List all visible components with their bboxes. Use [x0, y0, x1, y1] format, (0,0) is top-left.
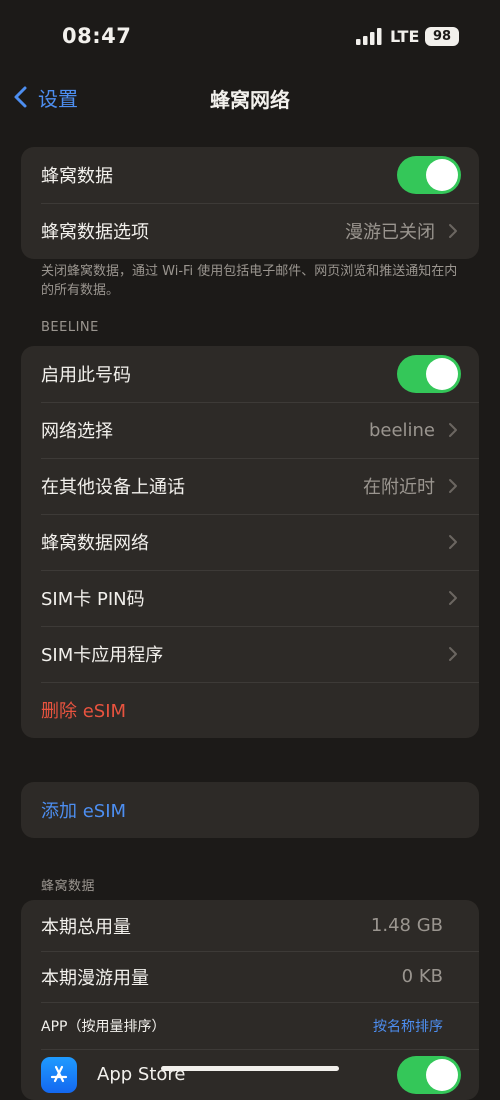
battery-icon: 98 [425, 27, 459, 46]
chevron-right-icon [449, 423, 457, 437]
cellular-data-toggle[interactable] [397, 156, 461, 194]
network-selection-value: beeline [368, 419, 435, 441]
current-roaming-value: 0 KB [401, 966, 443, 987]
chevron-right-icon [449, 479, 457, 493]
current-period-row: 本期总用量 1.48 GB [21, 900, 479, 951]
delete-esim-button[interactable]: 删除 eSIM [21, 682, 479, 738]
current-roaming-row: 本期漫游用量 0 KB [21, 951, 479, 1002]
page-title: 蜂窝网络 [210, 88, 290, 112]
home-indicator [161, 1066, 339, 1071]
signal-icon [356, 28, 382, 45]
current-period-label: 本期总用量 [41, 916, 131, 938]
cellular-data-label: 蜂窝数据 [41, 166, 113, 187]
beeline-group: 启用此号码 网络选择 beeline 在其他设备上通话 在附近时 蜂窝数据网络 … [21, 346, 479, 738]
network-selection-row[interactable]: 网络选择 beeline [21, 402, 479, 458]
enable-line-row: 启用此号码 [21, 346, 479, 402]
usage-section-header: 蜂窝数据 [41, 879, 96, 894]
cellular-data-network-label: 蜂窝数据网络 [41, 533, 149, 554]
current-roaming-label: 本期漫游用量 [41, 967, 149, 989]
chevron-right-icon [449, 224, 457, 238]
toggle-knob [426, 358, 458, 390]
app-store-glyph-icon [50, 1065, 68, 1082]
app-store-toggle[interactable] [397, 1055, 461, 1094]
toggle-knob [426, 159, 458, 191]
chevron-right-icon [449, 591, 457, 605]
apps-header-row: APP（按用量排序） 按名称排序 [21, 1002, 479, 1049]
enable-line-label: 启用此号码 [41, 365, 131, 386]
cellular-data-options-label: 蜂窝数据选项 [41, 222, 149, 243]
sim-pin-label: SIM卡 PIN码 [41, 589, 145, 610]
enable-line-toggle[interactable] [397, 355, 461, 393]
calls-other-devices-row[interactable]: 在其他设备上通话 在附近时 [21, 458, 479, 514]
add-esim-label: 添加 eSIM [41, 801, 127, 822]
beeline-section-header: BEELINE [41, 320, 99, 335]
calls-other-devices-label: 在其他设备上通话 [41, 477, 185, 498]
sim-apps-label: SIM卡应用程序 [41, 645, 164, 666]
apps-header-label: APP（按用量排序） [41, 1018, 166, 1035]
network-selection-label: 网络选择 [41, 421, 113, 442]
network-type: LTE [390, 27, 420, 46]
cellular-data-options-value: 漫游已关闭 [345, 222, 435, 243]
current-period-value: 1.48 GB [370, 915, 443, 936]
add-esim-button[interactable]: 添加 eSIM [21, 782, 479, 838]
sort-by-name-link[interactable]: 按名称排序 [373, 1016, 459, 1036]
app-row-app-store: App Store [21, 1049, 479, 1100]
delete-esim-label: 删除 eSIM [41, 701, 127, 722]
add-esim-group: 添加 eSIM [21, 782, 479, 838]
cellular-data-row: 蜂窝数据 [21, 147, 479, 203]
status-time: 08:47 [62, 24, 132, 48]
sim-pin-row[interactable]: SIM卡 PIN码 [21, 570, 479, 626]
chevron-right-icon [449, 535, 457, 549]
cellular-data-group: 蜂窝数据 蜂窝数据选项 漫游已关闭 [21, 147, 479, 259]
cellular-data-footnote: 关闭蜂窝数据，通过 Wi-Fi 使用包括电子邮件、网页浏览和推送通知在内的所有数… [41, 264, 458, 298]
sim-apps-row[interactable]: SIM卡应用程序 [21, 626, 479, 682]
cellular-data-options-row[interactable]: 蜂窝数据选项 漫游已关闭 [21, 203, 479, 259]
chevron-right-icon [449, 647, 457, 661]
app-store-icon [41, 1056, 77, 1093]
calls-other-devices-value: 在附近时 [363, 477, 435, 498]
cellular-data-network-row[interactable]: 蜂窝数据网络 [21, 514, 479, 570]
toggle-knob [426, 1058, 458, 1091]
